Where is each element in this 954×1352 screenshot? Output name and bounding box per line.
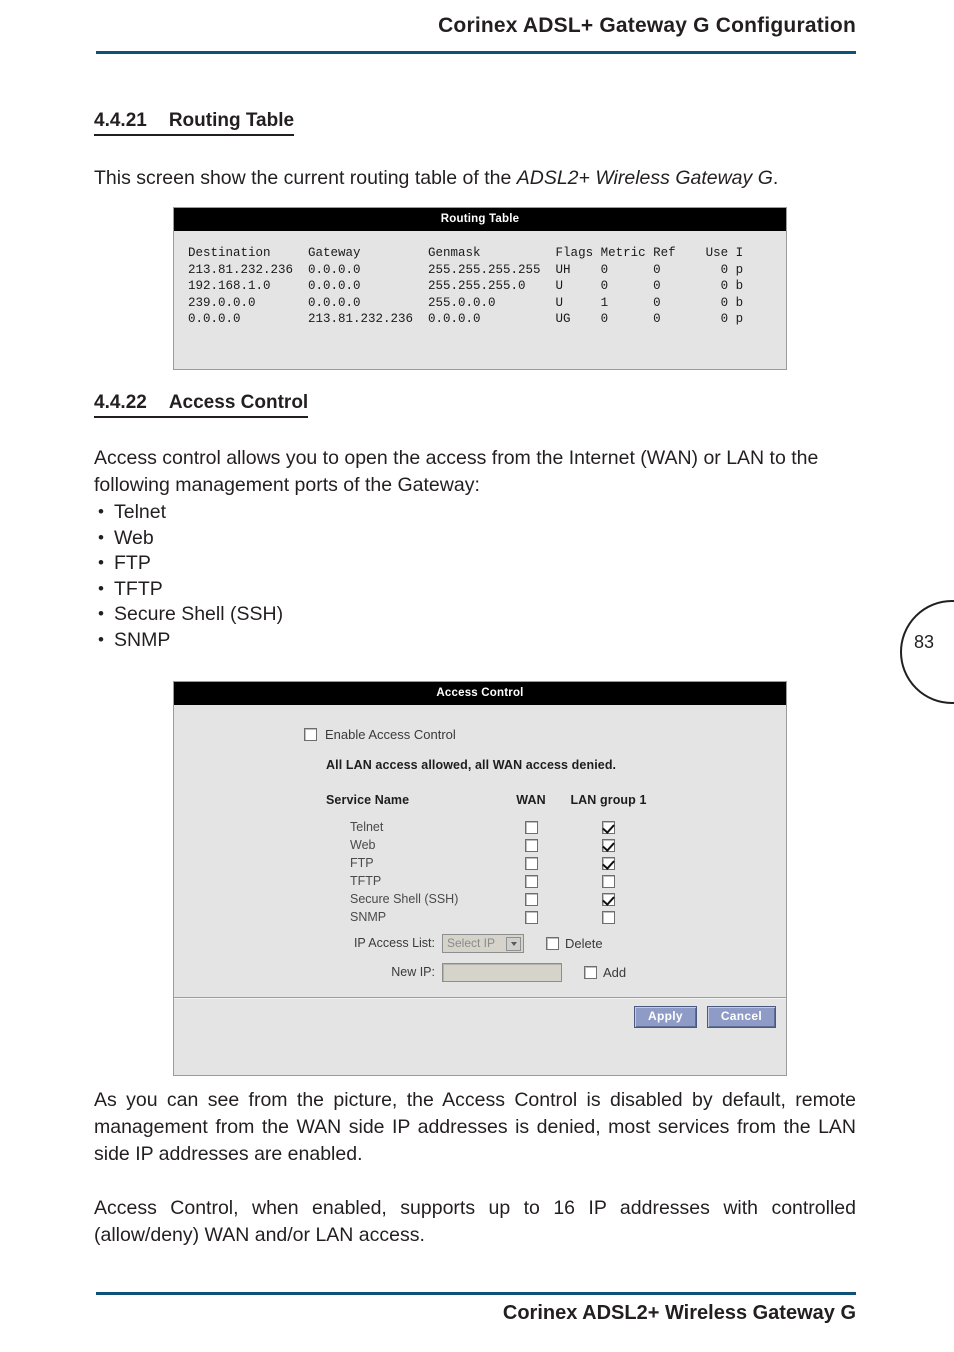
table-row: Secure Shell (SSH) [326, 891, 656, 909]
access-control-screenshot-title: Access Control [174, 682, 786, 705]
routing-table-screenshot: Routing Table Destination Gateway Genmas… [173, 207, 787, 370]
access-control-intro: Access control allows you to open the ac… [94, 447, 819, 496]
lan-cell [561, 873, 656, 891]
delete-label: Delete [565, 935, 603, 951]
table-row: Web [326, 837, 656, 855]
add-checkbox[interactable] [584, 965, 597, 979]
access-control-form: Enable Access Control All LAN access all… [174, 705, 786, 1032]
lan-cell [561, 837, 656, 855]
lan-cell [561, 891, 656, 909]
section-number: 4.4.22 [94, 392, 147, 413]
section-title: Access Control [168, 392, 309, 413]
wan-checkbox[interactable] [524, 820, 538, 834]
header-rule [96, 51, 856, 54]
service-name: Secure Shell (SSH) [350, 891, 459, 906]
wan-checkbox[interactable] [524, 874, 538, 888]
delete-row[interactable]: Delete [546, 936, 603, 951]
list-item: Telnet [96, 499, 496, 526]
add-label: Add [603, 964, 627, 980]
apply-button[interactable]: Apply [634, 1005, 697, 1028]
lan-cell [561, 819, 656, 837]
new-ip-input[interactable] [442, 962, 562, 982]
new-ip-label: New IP: [391, 965, 435, 979]
list-item: TFTP [96, 576, 496, 603]
table-row: Telnet [326, 819, 656, 837]
table-row: TFTP [326, 873, 656, 891]
lan-checkbox[interactable] [602, 820, 615, 834]
table-row: SNMP [326, 909, 656, 927]
list-item: Web [96, 525, 496, 552]
closing-paragraph-2: Access Control, when enabled, supports u… [94, 1197, 856, 1246]
enable-access-control-label: Enable Access Control [325, 727, 456, 742]
new-ip-row: New IP: Add [326, 961, 626, 983]
section-title: Routing Table [168, 110, 295, 131]
wan-checkbox[interactable] [524, 856, 538, 870]
section-heading-routing-table: 4.4.21 Routing Table [94, 110, 295, 136]
ip-access-list-value: Select IP [447, 936, 496, 950]
service-access-table: Service Name WAN LAN group 1 Telnet Web [326, 793, 656, 927]
column-header-lan-group-1: LAN group 1 [570, 793, 647, 807]
wan-cell [501, 873, 561, 891]
wan-checkbox[interactable] [524, 910, 538, 924]
access-status-note: All LAN access allowed, all WAN access d… [326, 758, 617, 772]
lan-cell [561, 909, 656, 927]
ip-access-controls: IP Access List: Select IP Delete New IP:… [326, 932, 626, 990]
wan-cell [501, 819, 561, 837]
add-row[interactable]: Add [584, 965, 626, 980]
cancel-button[interactable]: Cancel [706, 1005, 776, 1028]
column-header-service-name: Service Name [326, 793, 410, 807]
table-row: FTP [326, 855, 656, 873]
lan-cell [561, 855, 656, 873]
intro-text-before: This screen show the current routing tab… [94, 167, 517, 189]
management-ports-list: Telnet Web FTP TFTP Secure Shell (SSH) S… [96, 499, 496, 654]
list-item: Secure Shell (SSH) [96, 601, 496, 628]
lan-checkbox[interactable] [602, 910, 615, 924]
service-name: SNMP [350, 909, 387, 924]
button-bar-divider [174, 997, 786, 999]
wan-checkbox[interactable] [524, 892, 538, 906]
footer-rule [96, 1292, 856, 1295]
lan-checkbox[interactable] [602, 856, 615, 870]
ip-access-list-label: IP Access List: [353, 936, 435, 950]
lan-checkbox[interactable] [602, 892, 615, 906]
page-title: Corinex ADSL+ Gateway G Configuration [438, 14, 856, 37]
ip-access-list-row: IP Access List: Select IP Delete [326, 932, 626, 954]
routing-table-intro: This screen show the current routing tab… [94, 165, 864, 192]
wan-checkbox[interactable] [524, 838, 538, 852]
delete-checkbox[interactable] [546, 936, 559, 950]
page-number: 83 [913, 632, 935, 652]
list-item: FTP [96, 550, 496, 577]
lan-checkbox[interactable] [602, 838, 615, 852]
wan-cell [501, 909, 561, 927]
list-item: SNMP [96, 627, 496, 654]
ip-access-list-select[interactable]: Select IP [442, 933, 524, 953]
service-name: Telnet [350, 819, 384, 834]
wan-cell [501, 837, 561, 855]
chevron-down-icon[interactable] [506, 936, 521, 951]
routing-table-output: Destination Gateway Genmask Flags Metric… [188, 246, 744, 326]
access-control-screenshot: Access Control Enable Access Control All… [173, 681, 787, 1076]
enable-access-control-checkbox[interactable] [304, 728, 317, 741]
routing-table-screenshot-title: Routing Table [174, 208, 786, 231]
intro-text-italic: ADSL2+ Wireless Gateway G [516, 167, 773, 189]
wan-cell [501, 855, 561, 873]
service-name: Web [350, 837, 376, 852]
lan-checkbox[interactable] [602, 874, 615, 888]
button-bar: Apply Cancel [174, 1001, 786, 1032]
wan-cell [501, 891, 561, 909]
page-footer-title: Corinex ADSL2+ Wireless Gateway G [502, 1302, 856, 1324]
enable-access-control-row[interactable]: Enable Access Control [304, 727, 456, 742]
intro-text-after: . [772, 167, 779, 189]
section-number: 4.4.21 [94, 110, 147, 131]
table-header-row: Service Name WAN LAN group 1 [326, 793, 656, 819]
service-name: FTP [350, 855, 374, 870]
service-name: TFTP [350, 873, 382, 888]
section-heading-access-control: 4.4.22 Access Control [94, 392, 309, 418]
column-header-wan: WAN [516, 793, 546, 807]
closing-paragraph-1: As you can see from the picture, the Acc… [94, 1089, 856, 1165]
